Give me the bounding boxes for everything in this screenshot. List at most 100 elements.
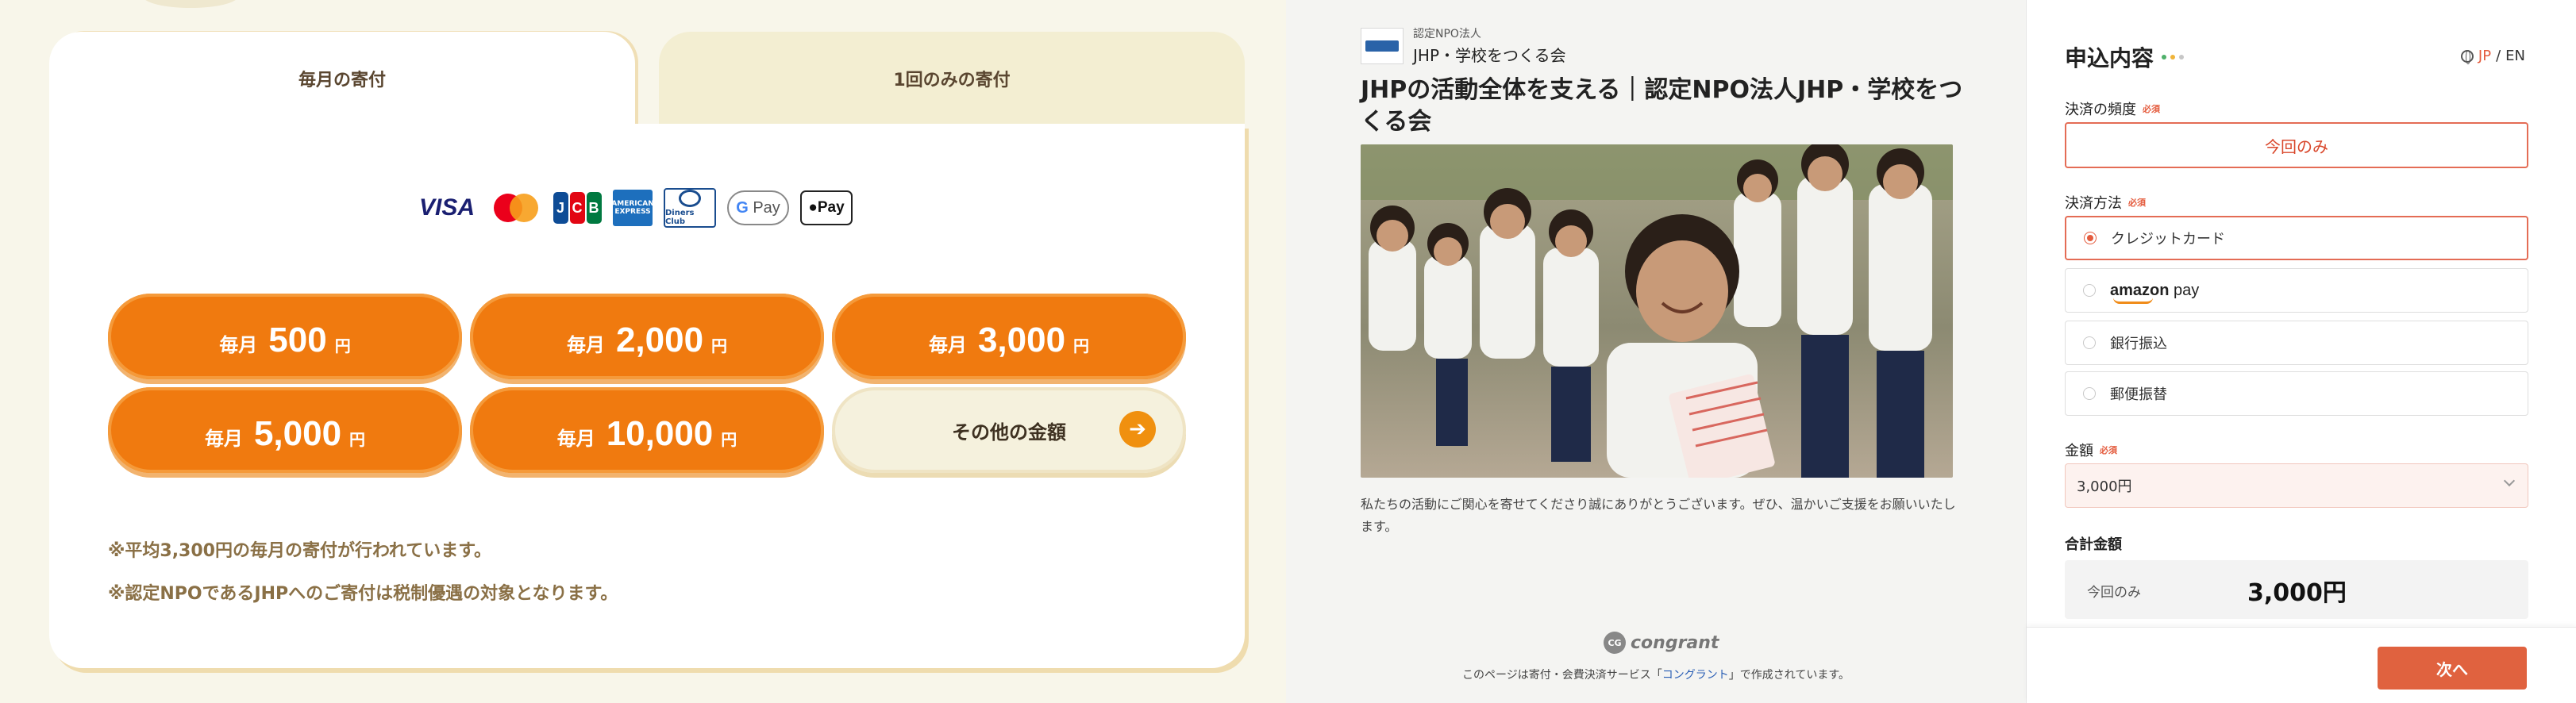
donation-tabs: 毎月の寄付 1回のみの寄付: [49, 32, 1245, 125]
total-label: 合計金額: [2065, 536, 2122, 553]
globe-icon: [2460, 49, 2474, 64]
tab-one-time[interactable]: 1回のみの寄付: [659, 32, 1245, 125]
other-amount-button[interactable]: その他の金額 ➔: [832, 387, 1186, 473]
next-button[interactable]: 次へ: [2378, 647, 2527, 690]
amount-select[interactable]: 3,000円: [2065, 463, 2528, 508]
step-dots: [2162, 55, 2185, 60]
language-switcher[interactable]: JP / EN: [2460, 48, 2525, 64]
other-amount-label: その他の金額: [952, 421, 1066, 444]
congrant-icon: CG: [1604, 632, 1626, 654]
lang-en[interactable]: EN: [2505, 48, 2525, 64]
congrant-link[interactable]: コングラント: [1662, 669, 1729, 682]
amount-value: 500: [268, 321, 327, 359]
amount-suffix: 円: [721, 430, 737, 449]
amount-button-10000[interactable]: 毎月 10,000 円: [470, 387, 824, 473]
payment-logos: VISA JCB AMERICAN EXPRESS Diners Club G …: [416, 187, 853, 229]
diners-icon: Diners Club: [664, 188, 716, 228]
required-badge: 必須: [2128, 198, 2146, 208]
frequency-label-text: 決済の頻度: [2065, 102, 2136, 118]
method-postal-label: 郵便振替: [2110, 386, 2167, 403]
application-form: 申込内容 JP / EN 決済の頻度 必須 今回のみ 決済方法 必須 クレジット…: [2026, 0, 2576, 703]
amount-prefix: 毎月: [219, 334, 258, 356]
amount-prefix: 毎月: [928, 334, 967, 356]
apple-pay-icon: ● Pay: [800, 190, 853, 225]
amount-value: 5,000: [253, 414, 342, 453]
amount-value: 3,000: [977, 321, 1066, 359]
total-value: 3,000円: [2247, 579, 2347, 607]
lang-separator: /: [2496, 48, 2501, 64]
amount-suffix: 円: [334, 336, 351, 355]
radio-selected-icon[interactable]: [2084, 232, 2097, 244]
amount-button-3000[interactable]: 毎月 3,000 円: [832, 294, 1186, 379]
amazon-pay-word: pay: [2174, 281, 2200, 299]
congrant-wordmark: congrant: [1631, 632, 1719, 653]
org-header: 認定NPO法人 JHP・学校をつくる会: [1361, 25, 1566, 66]
amount-value: 2,000: [615, 321, 704, 359]
method-bank-transfer[interactable]: 銀行振込: [2065, 321, 2528, 365]
amount-suffix: 円: [349, 430, 366, 449]
decorative-swoosh: [143, 0, 238, 8]
org-name: JHP・学校をつくる会: [1413, 46, 1566, 65]
tab-monthly[interactable]: 毎月の寄付: [49, 32, 635, 125]
lang-jp[interactable]: JP: [2478, 48, 2491, 64]
amount-value: 10,000: [606, 414, 714, 453]
visa-icon: VISA: [418, 194, 476, 221]
amazon-pay-icon: amazon pay: [2110, 281, 2200, 304]
amount-button-2000[interactable]: 毎月 2,000 円: [470, 294, 824, 379]
required-badge: 必須: [2100, 445, 2117, 455]
campaign-photo: [1361, 144, 1953, 478]
amount-prefix: 毎月: [204, 428, 243, 450]
amount-button-500[interactable]: 毎月 500 円: [108, 294, 462, 379]
campaign-panel: 認定NPO法人 JHP・学校をつくる会 JHPの活動全体を支える｜認定NPO法人…: [1286, 0, 2026, 703]
amount-suffix: 円: [711, 336, 728, 355]
amount-suffix: 円: [1073, 336, 1090, 355]
method-postal-transfer[interactable]: 郵便振替: [2065, 371, 2528, 416]
congrant-logo: CG congrant: [1604, 632, 1719, 654]
radio-icon[interactable]: [2083, 284, 2096, 297]
jcb-icon: JCB: [553, 192, 602, 224]
arrow-right-icon: ➔: [1119, 411, 1156, 448]
amount-prefix: 毎月: [556, 428, 595, 450]
apay-label: Pay: [817, 199, 845, 216]
total-period: 今回のみ: [2087, 585, 2141, 601]
method-credit-label: クレジットカード: [2111, 231, 2225, 248]
amount-label-text: 金額: [2065, 443, 2093, 459]
required-badge: 必須: [2143, 104, 2160, 114]
radio-icon[interactable]: [2083, 387, 2096, 400]
mastercard-icon: [489, 192, 541, 224]
amount-select-value: 3,000円: [2077, 478, 2132, 495]
donation-card: VISA JCB AMERICAN EXPRESS Diners Club G …: [49, 124, 1245, 668]
google-pay-icon: G Pay: [727, 190, 789, 225]
form-header: 申込内容: [2065, 41, 2185, 73]
gpay-label: Pay: [753, 198, 780, 217]
org-logo: [1361, 27, 1404, 64]
radio-icon[interactable]: [2083, 336, 2096, 349]
form-footer: 次へ: [2027, 627, 2576, 703]
diners-label: Diners Club: [665, 209, 695, 226]
chevron-down-icon: [2503, 474, 2516, 487]
footer-pre: このページは寄付・会費決済サービス「: [1462, 669, 1662, 682]
total-summary: 今回のみ 3,000円: [2065, 560, 2528, 619]
frequency-label: 決済の頻度 必須: [2065, 98, 2160, 119]
form-title: 申込内容: [2065, 45, 2154, 71]
frequency-select[interactable]: 今回のみ: [2065, 122, 2528, 168]
donation-notes: ※平均3,300円の毎月の寄付が行われています。 ※認定NPOであるJHPへのご…: [108, 530, 618, 616]
org-tag: 認定NPO法人: [1413, 28, 1481, 40]
donation-selector: 毎月の寄付 1回のみの寄付 VISA JCB AMERICAN EXPRESS …: [0, 0, 1286, 703]
method-label-text: 決済方法: [2065, 195, 2122, 212]
method-bank-label: 銀行振込: [2110, 336, 2167, 352]
amount-label: 金額 必須: [2065, 440, 2117, 460]
amex-icon: AMERICAN EXPRESS: [611, 190, 654, 226]
method-label: 決済方法 必須: [2065, 192, 2146, 213]
method-credit-card[interactable]: クレジットカード: [2065, 216, 2528, 260]
note-average: ※平均3,300円の毎月の寄付が行われています。: [108, 541, 492, 561]
amount-button-5000[interactable]: 毎月 5,000 円: [108, 387, 462, 473]
footer-post: 」で作成されています。: [1728, 669, 1850, 682]
campaign-description: 私たちの活動にご関心を寄せてくださり誠にありがとうございます。ぜひ、温かいご支援…: [1361, 497, 1956, 534]
campaign-title: JHPの活動全体を支える｜認定NPO法人JHP・学校をつくる会: [1361, 76, 1963, 136]
note-tax: ※認定NPOであるJHPへのご寄付は税制優遇の対象となります。: [108, 584, 618, 604]
amount-prefix: 毎月: [566, 334, 605, 356]
method-amazon-pay[interactable]: amazon pay: [2065, 268, 2528, 313]
amazon-word: amazon: [2110, 281, 2170, 299]
footer-note: このページは寄付・会費決済サービス「コングラント」で作成されています。: [1286, 667, 2026, 682]
